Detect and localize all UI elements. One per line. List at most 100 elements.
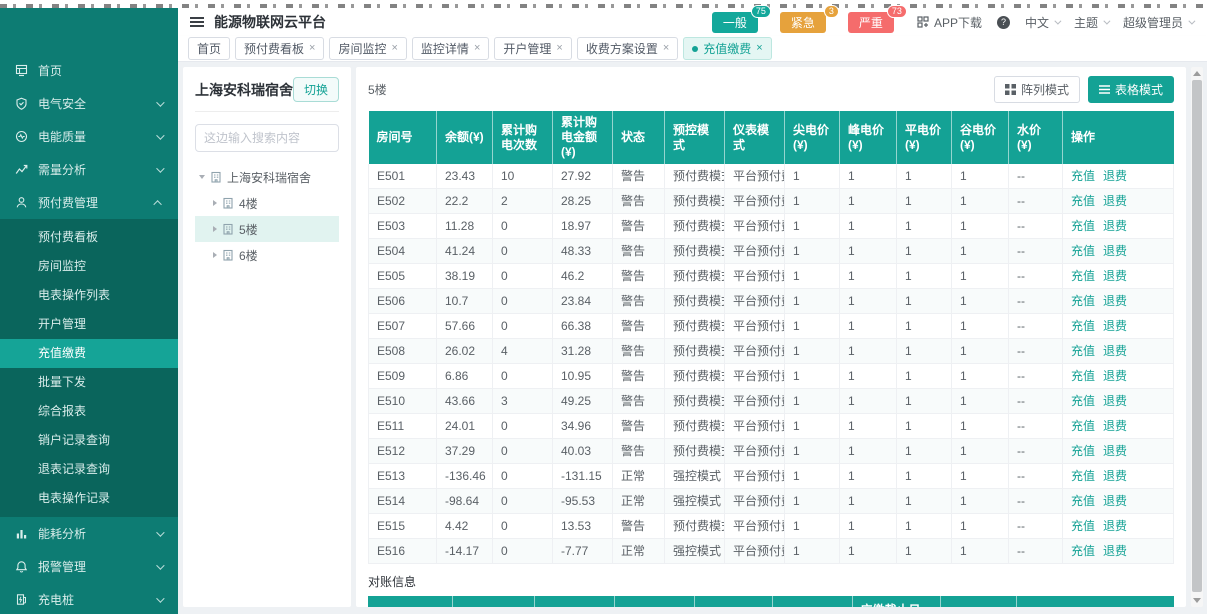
tab-收费方案设置[interactable]: 收费方案设置 ×	[576, 37, 679, 60]
table-cell: 平台预付费	[724, 263, 785, 289]
tree-node-floor[interactable]: 6楼	[195, 242, 339, 268]
recharge-link[interactable]: 充值	[1071, 194, 1095, 208]
recharge-link[interactable]: 充值	[1071, 494, 1095, 508]
sidebar-item-safety[interactable]: 电气安全	[0, 87, 178, 120]
tree-node-floor[interactable]: 4楼	[195, 190, 339, 216]
refund-link[interactable]: 退费	[1103, 219, 1127, 233]
sidebar-item-alarm[interactable]: 报警管理	[0, 550, 178, 583]
app-download-button[interactable]: APP下载	[917, 14, 982, 31]
table-cell: 警告	[612, 238, 665, 264]
table-cell: E504	[368, 238, 437, 264]
refund-link[interactable]: 退费	[1103, 419, 1127, 433]
sidebar-subitem[interactable]: 电表操作列表	[0, 281, 178, 310]
scroll-up-icon[interactable]	[1193, 71, 1201, 76]
recharge-link[interactable]: 充值	[1071, 169, 1095, 183]
tab-充值缴费[interactable]: 充值缴费 ×	[683, 37, 772, 60]
refund-link[interactable]: 退费	[1103, 444, 1127, 458]
tree-node-site[interactable]: 上海安科瑞宿舍	[195, 164, 339, 190]
sidebar-subitem[interactable]: 房间监控	[0, 252, 178, 281]
refund-link[interactable]: 退费	[1103, 169, 1127, 183]
user-menu[interactable]: 超级管理员	[1123, 14, 1196, 31]
scroll-down-icon[interactable]	[1193, 598, 1201, 603]
alert-button[interactable]: 一般 75	[711, 4, 771, 33]
tree-node-floor[interactable]: 5楼	[195, 216, 339, 242]
alert-button[interactable]: 严重 73	[847, 4, 907, 33]
sidebar-subitem[interactable]: 电表操作记录	[0, 484, 178, 513]
tree-floors: 4楼 5楼 6楼	[195, 190, 339, 268]
refund-link[interactable]: 退费	[1103, 494, 1127, 508]
refund-link[interactable]: 退费	[1103, 244, 1127, 258]
sidebar-item-demand[interactable]: 需量分析	[0, 153, 178, 186]
refund-link[interactable]: 退费	[1103, 194, 1127, 208]
tab-开户管理[interactable]: 开户管理 ×	[494, 37, 572, 60]
sidebar-subitem[interactable]: 销户记录查询	[0, 426, 178, 455]
tab-首页[interactable]: 首页	[188, 37, 231, 60]
close-icon[interactable]: ×	[474, 43, 480, 54]
table-cell: 平台预付费	[724, 363, 785, 389]
table-cell: 0	[492, 288, 553, 314]
refund-link[interactable]: 退费	[1103, 519, 1127, 533]
chevron-up-icon	[153, 199, 162, 209]
refund-link[interactable]: 退费	[1103, 269, 1127, 283]
recharge-link[interactable]: 充值	[1071, 444, 1095, 458]
switch-site-button[interactable]: 切换	[292, 77, 339, 102]
sidebar-item-prepay[interactable]: 预付费管理	[0, 186, 178, 219]
menu-collapse-icon[interactable]	[190, 17, 204, 27]
refund-link[interactable]: 退费	[1103, 369, 1127, 383]
language-select[interactable]: 中文	[1025, 14, 1062, 31]
close-icon[interactable]: ×	[756, 43, 762, 54]
recharge-link[interactable]: 充值	[1071, 519, 1095, 533]
sidebar-item-home[interactable]: 首页	[0, 54, 178, 87]
scrollbar-thumb[interactable]	[1192, 80, 1202, 592]
recharge-link[interactable]: 充值	[1071, 219, 1095, 233]
help-icon[interactable]: ?	[996, 15, 1010, 29]
refund-link[interactable]: 退费	[1103, 469, 1127, 483]
recharge-link[interactable]: 充值	[1071, 369, 1095, 383]
row-actions: 充值 退费	[1062, 188, 1174, 214]
refund-link[interactable]: 退费	[1103, 344, 1127, 358]
refund-link[interactable]: 退费	[1103, 294, 1127, 308]
recharge-link[interactable]: 充值	[1071, 269, 1095, 283]
close-icon[interactable]: ×	[556, 43, 562, 54]
tab-房间监控[interactable]: 房间监控 ×	[329, 37, 407, 60]
tab-监控详情[interactable]: 监控详情 ×	[411, 37, 490, 60]
table-cell: E515	[368, 513, 437, 539]
column-header: 序号	[368, 596, 453, 607]
theme-select[interactable]: 主题	[1074, 14, 1111, 31]
close-icon[interactable]: ×	[309, 43, 315, 54]
recharge-link[interactable]: 充值	[1071, 544, 1095, 558]
sidebar-subitem[interactable]: 退表记录查询	[0, 455, 178, 484]
sidebar-subitem[interactable]: 开户管理	[0, 310, 178, 339]
sidebar-subitem[interactable]: 批量下发	[0, 368, 178, 397]
sidebar-subitem[interactable]: 充值缴费	[0, 339, 178, 368]
close-icon[interactable]: ×	[391, 43, 397, 54]
recharge-link[interactable]: 充值	[1071, 319, 1095, 333]
sidebar-subitem[interactable]: 预付费看板	[0, 223, 178, 252]
refund-link[interactable]: 退费	[1103, 544, 1127, 558]
recharge-link[interactable]: 充值	[1071, 344, 1095, 358]
refund-link[interactable]: 退费	[1103, 394, 1127, 408]
close-icon[interactable]: ×	[663, 43, 669, 54]
column-header: 尖电价(¥)	[784, 111, 840, 164]
sidebar-item-quality[interactable]: 电能质量	[0, 120, 178, 153]
table-cell: --	[1008, 388, 1063, 414]
recharge-link[interactable]: 充值	[1071, 394, 1095, 408]
table-cell: 1	[951, 438, 1009, 464]
table-cell: 1	[951, 188, 1009, 214]
alert-button[interactable]: 紧急 3	[779, 4, 839, 33]
grid-mode-button[interactable]: 阵列模式	[993, 76, 1080, 103]
column-header: 账单状态	[694, 596, 773, 607]
recharge-link[interactable]: 充值	[1071, 294, 1095, 308]
tab-预付费看板[interactable]: 预付费看板 ×	[235, 37, 325, 60]
recharge-link[interactable]: 充值	[1071, 469, 1095, 483]
sidebar-item-charger[interactable]: 充电桩	[0, 583, 178, 614]
building-icon	[222, 249, 234, 261]
sidebar-subitem[interactable]: 综合报表	[0, 397, 178, 426]
table-mode-button[interactable]: 表格模式	[1087, 76, 1174, 103]
recharge-link[interactable]: 充值	[1071, 244, 1095, 258]
sidebar-item-energy[interactable]: 能耗分析	[0, 517, 178, 550]
tree-search-input[interactable]	[195, 124, 339, 152]
recharge-link[interactable]: 充值	[1071, 419, 1095, 433]
refund-link[interactable]: 退费	[1103, 319, 1127, 333]
vertical-scrollbar[interactable]	[1191, 67, 1203, 607]
